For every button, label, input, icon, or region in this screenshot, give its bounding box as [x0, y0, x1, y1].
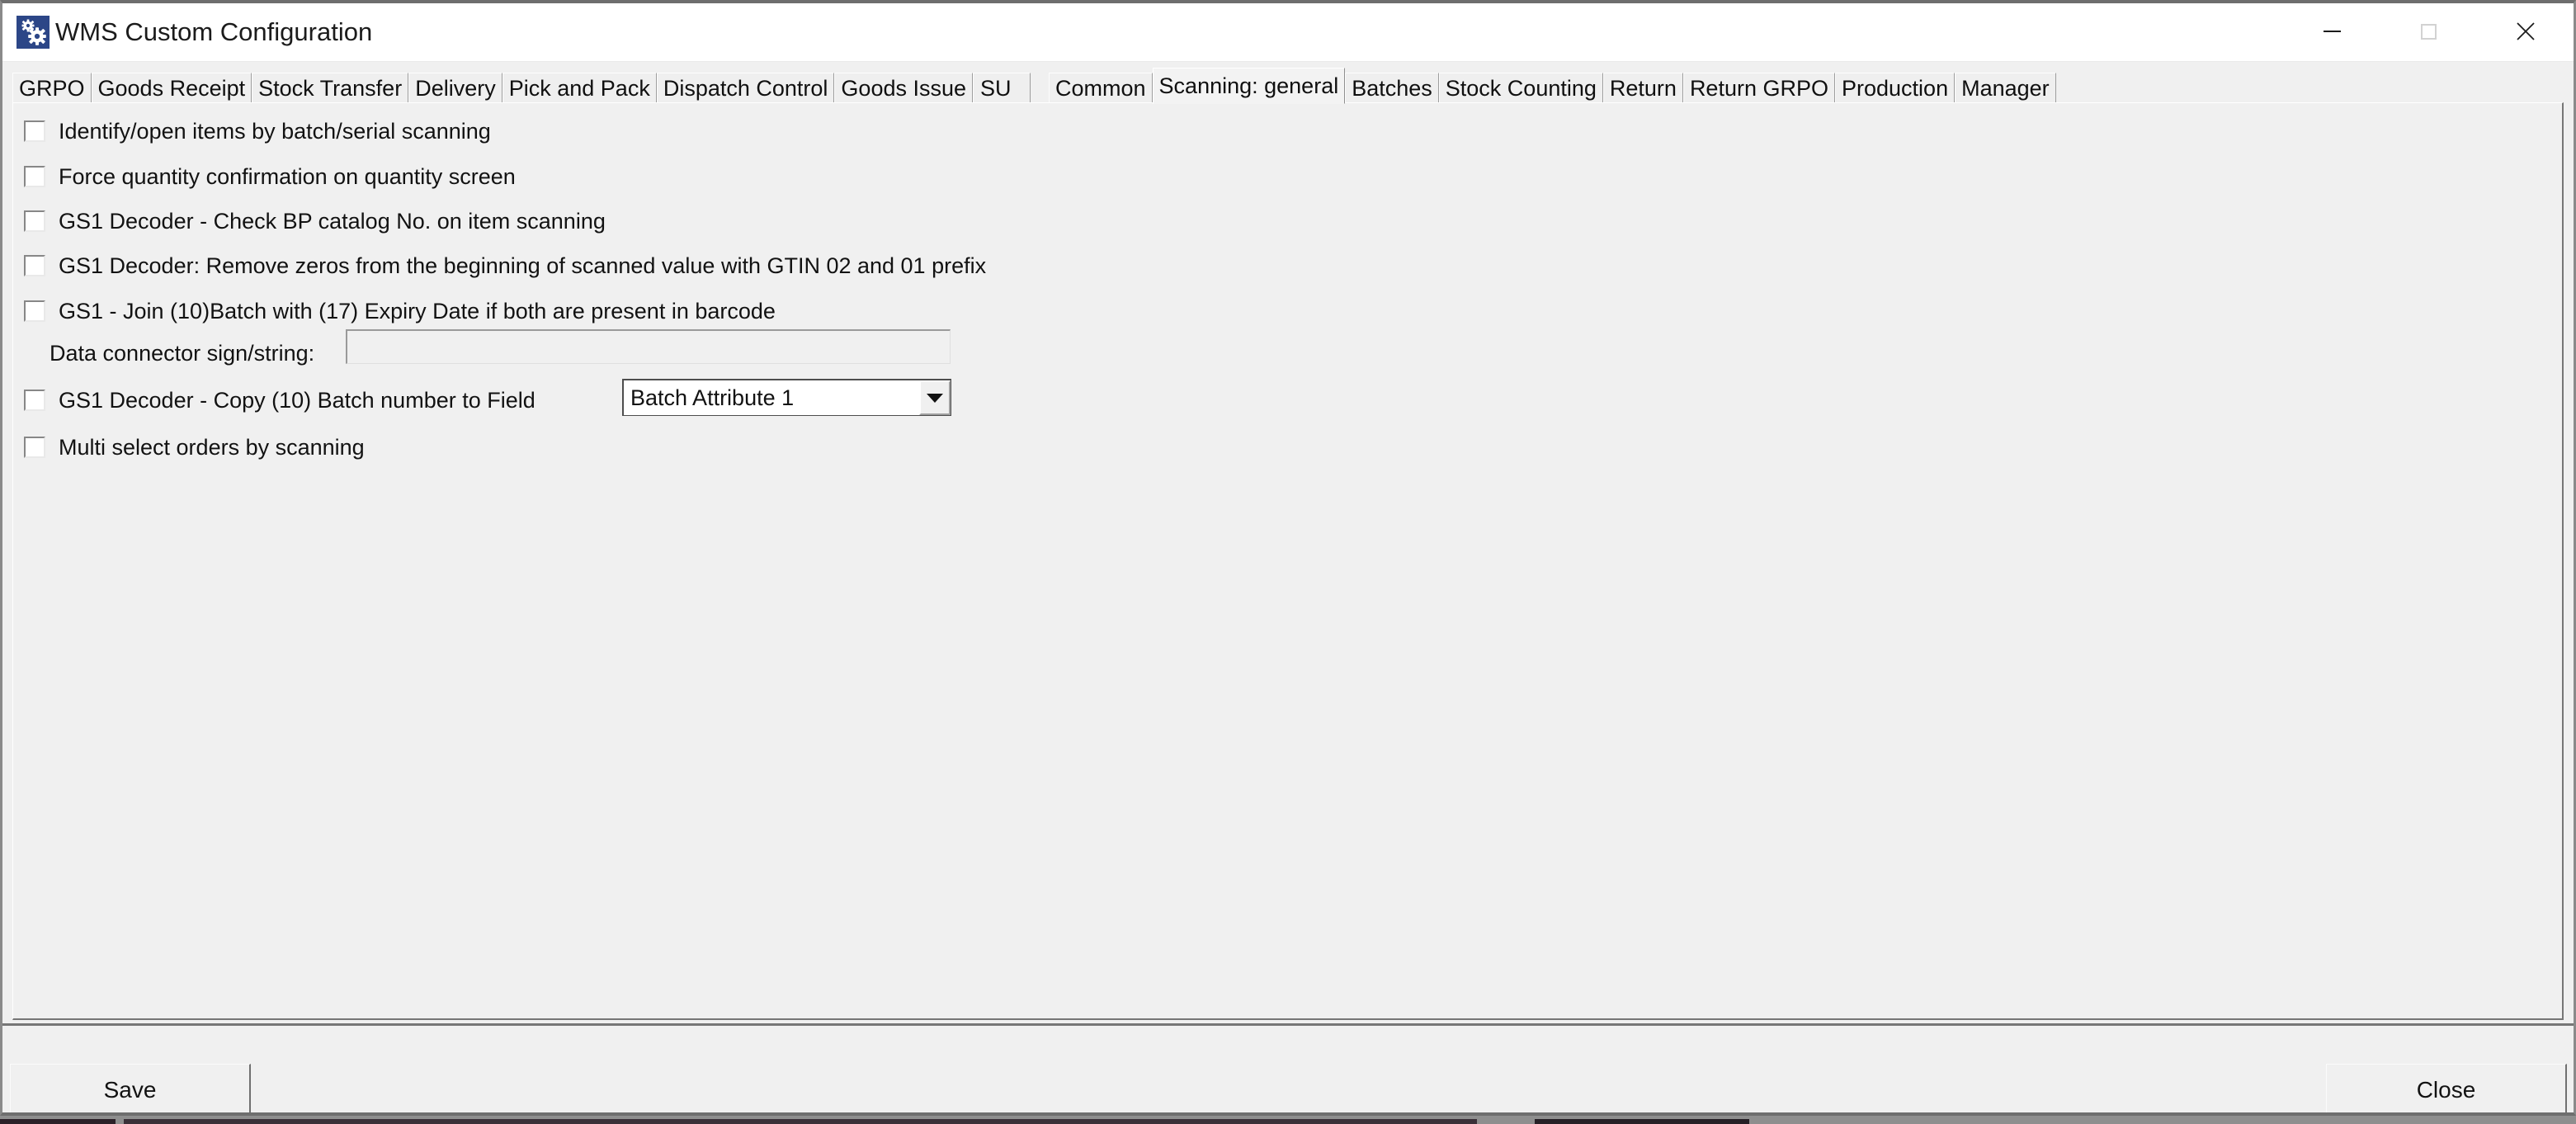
minimize-icon	[2324, 31, 2341, 32]
checkbox-label: Force quantity confirmation on quantity …	[59, 163, 516, 189]
tab-common[interactable]: Common	[1049, 73, 1153, 104]
chevron-down-icon[interactable]	[919, 380, 951, 415]
tab-label: Stock Transfer	[258, 75, 403, 101]
tab-label: Goods Issue	[841, 75, 967, 101]
tab-goods-receipt[interactable]: Goods Receipt	[91, 73, 252, 104]
checkbox-label: Identify/open items by batch/serial scan…	[59, 118, 491, 144]
checkbox-row-identify-open-items[interactable]: Identify/open items by batch/serial scan…	[24, 115, 491, 148]
checkbox-label: GS1 Decoder: Remove zeros from the begin…	[59, 253, 987, 278]
tab-label: Manager	[1961, 75, 2050, 101]
tab-label: Common	[1055, 75, 1146, 101]
close-window-button[interactable]	[2477, 3, 2574, 59]
tab-pick-and-pack[interactable]: Pick and Pack	[502, 73, 657, 104]
batch-field-select[interactable]: Batch Attribute 1	[622, 379, 951, 416]
minimize-button[interactable]	[2284, 3, 2380, 59]
tab-label: Production	[1842, 75, 1949, 101]
gears-icon	[17, 16, 50, 49]
tab-label: Goods Receipt	[97, 75, 246, 101]
tab-dispatch-control[interactable]: Dispatch Control	[656, 73, 835, 104]
checkbox-row-gs1-join-batch-expiry[interactable]: GS1 - Join (10)Batch with (17) Expiry Da…	[24, 295, 776, 328]
title-bar[interactable]: WMS Custom Configuration	[2, 3, 2574, 62]
tab-return-grpo[interactable]: Return GRPO	[1682, 73, 1835, 104]
tab-production[interactable]: Production	[1835, 73, 1956, 104]
tab-delivery[interactable]: Delivery	[408, 73, 502, 104]
tab-strip: GRPO Goods Receipt Stock Transfer Delive…	[12, 68, 2564, 104]
checkbox-gs1-remove-zeros[interactable]	[24, 255, 45, 276]
checkbox-identify-open-items[interactable]	[24, 120, 45, 142]
tab-batches[interactable]: Batches	[1345, 73, 1439, 104]
checkbox-gs1-join-batch-expiry[interactable]	[24, 300, 45, 322]
batch-field-select-value: Batch Attribute 1	[630, 385, 795, 410]
checkbox-row-gs1-copy-batch-to-field[interactable]: GS1 Decoder - Copy (10) Batch number to …	[24, 384, 535, 417]
wms-custom-configuration-window: WMS Custom Configuration GRPO Goods Rece…	[0, 0, 2576, 1116]
tab-label: Return GRPO	[1689, 75, 1828, 101]
save-button[interactable]: Save	[10, 1064, 251, 1112]
tab-stock-transfer[interactable]: Stock Transfer	[252, 73, 409, 104]
tab-return[interactable]: Return	[1602, 73, 1683, 104]
close-button[interactable]: Close	[2326, 1064, 2567, 1112]
data-connector-label: Data connector sign/string:	[50, 341, 315, 366]
tab-label: Return	[1609, 75, 1677, 101]
checkbox-label: GS1 - Join (10)Batch with (17) Expiry Da…	[59, 298, 776, 324]
arrow-down-glyph	[927, 393, 943, 403]
tab-label: Batches	[1352, 75, 1432, 101]
checkbox-gs1-check-bp-catalog[interactable]	[24, 210, 45, 232]
data-connector-input[interactable]	[346, 329, 951, 364]
tab-grpo[interactable]: GRPO	[12, 73, 92, 104]
maximize-button[interactable]	[2380, 3, 2477, 59]
footer-divider	[2, 1023, 2574, 1026]
checkbox-label: GS1 Decoder - Copy (10) Batch number to …	[59, 387, 535, 413]
desktop-blob	[124, 1119, 1477, 1124]
tab-label: SU	[980, 75, 1012, 101]
checkbox-force-quantity-confirmation[interactable]	[24, 166, 45, 187]
close-icon	[2516, 22, 2535, 40]
tab-label: Dispatch Control	[663, 75, 828, 101]
desktop-blob	[1535, 1119, 1749, 1124]
desktop-background-strip	[0, 1116, 2576, 1124]
checkbox-row-gs1-check-bp-catalog[interactable]: GS1 Decoder - Check BP catalog No. on it…	[24, 205, 606, 238]
settings-panel: Identify/open items by batch/serial scan…	[12, 102, 2564, 1020]
tab-label: Stock Counting	[1445, 75, 1597, 101]
tab-stock-counting[interactable]: Stock Counting	[1438, 73, 1603, 104]
tab-label: GRPO	[19, 75, 85, 101]
checkbox-gs1-copy-batch-to-field[interactable]	[24, 390, 45, 411]
tab-label: Pick and Pack	[508, 75, 650, 101]
checkbox-label: Multi select orders by scanning	[59, 434, 365, 460]
tab-su[interactable]: SU	[973, 73, 1031, 104]
checkbox-multi-select-orders[interactable]	[24, 437, 45, 458]
tab-label: Scanning: general	[1158, 73, 1339, 98]
window-title: WMS Custom Configuration	[55, 17, 373, 46]
checkbox-row-multi-select-orders[interactable]: Multi select orders by scanning	[24, 431, 365, 464]
checkbox-row-force-quantity-confirmation[interactable]: Force quantity confirmation on quantity …	[24, 160, 516, 193]
tab-goods-issue[interactable]: Goods Issue	[834, 73, 974, 104]
maximize-icon	[2421, 23, 2437, 40]
desktop-blob	[0, 1119, 116, 1124]
checkbox-label: GS1 Decoder - Check BP catalog No. on it…	[59, 208, 606, 234]
checkbox-row-gs1-remove-zeros[interactable]: GS1 Decoder: Remove zeros from the begin…	[24, 249, 986, 282]
tab-manager[interactable]: Manager	[1955, 73, 2056, 104]
tab-scanning-general[interactable]: Scanning: general	[1152, 68, 1346, 104]
tab-label: Delivery	[415, 75, 496, 101]
